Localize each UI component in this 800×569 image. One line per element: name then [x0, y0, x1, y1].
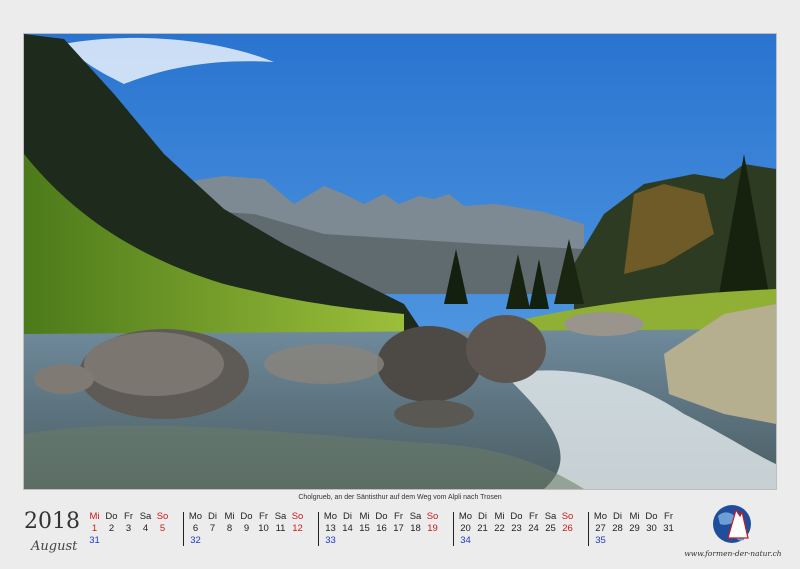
day-number: 19 [427, 523, 438, 534]
weekday-name: Do [510, 511, 523, 522]
weekday-names: Mo Di Mi Do Fr Sa So [187, 511, 306, 522]
weekday-name: Fr [124, 511, 133, 522]
day-number: 24 [528, 523, 539, 534]
weekday-name: Mi [629, 511, 640, 522]
weekday-name: So [426, 511, 439, 522]
weekday-name: Mo [593, 511, 608, 522]
weekday-name: Di [208, 511, 217, 522]
weekday-name: Sa [274, 511, 287, 522]
globe-icon [713, 505, 751, 543]
month-label: August [31, 539, 78, 554]
site-url: www.formen-der-natur.ch [684, 549, 782, 558]
week-number: 34 [460, 535, 471, 546]
weekday-name: So [291, 511, 304, 522]
day-number: 29 [629, 523, 640, 534]
day-number: 18 [410, 523, 421, 534]
weekday-names: Mi Do Fr Sa So [86, 511, 171, 522]
day-number: 10 [258, 523, 269, 534]
day-number: 1 [91, 523, 98, 534]
year-label: 2018 [24, 509, 80, 534]
week-number: 33 [325, 535, 336, 546]
day-number: 11 [275, 523, 286, 534]
week-separator [588, 512, 589, 546]
day-number: 2 [108, 523, 115, 534]
weekday-name: Do [645, 511, 658, 522]
weekday-name: Mi [494, 511, 505, 522]
weekday-name: Mi [359, 511, 370, 522]
day-number: 17 [393, 523, 404, 534]
day-number: 27 [595, 523, 606, 534]
day-number: 16 [376, 523, 387, 534]
weekday-name: Fr [259, 511, 268, 522]
week-number: 35 [595, 535, 606, 546]
weekday-name: Sa [139, 511, 152, 522]
day-number: 21 [477, 523, 488, 534]
weekday-name: Sa [409, 511, 422, 522]
day-number: 5 [159, 523, 166, 534]
weekday-name: Fr [664, 511, 673, 522]
day-number: 9 [243, 523, 250, 534]
weekday-name: Do [375, 511, 388, 522]
day-number: 31 [663, 523, 674, 534]
weekday-name: Di [613, 511, 622, 522]
weekday-name: Di [343, 511, 352, 522]
week-separator [183, 512, 184, 546]
week-separator [453, 512, 454, 546]
weekday-name: Fr [529, 511, 538, 522]
day-number: 14 [342, 523, 353, 534]
day-number: 28 [612, 523, 623, 534]
weekday-name: So [156, 511, 169, 522]
weekday-names: Mo Di Mi Do Fr [592, 511, 677, 522]
weekday-name: Do [240, 511, 253, 522]
day-numbers: 20 21 22 23 24 25 26 [457, 523, 576, 534]
day-numbers: 6 7 8 9 10 11 12 [187, 523, 306, 534]
weekday-names: Mo Di Mi Do Fr Sa So [457, 511, 576, 522]
day-number: 30 [646, 523, 657, 534]
weekday-name: Mi [89, 511, 100, 522]
weekday-name: Di [478, 511, 487, 522]
day-number: 12 [292, 523, 303, 534]
weekday-name: Mi [224, 511, 235, 522]
day-number: 20 [460, 523, 471, 534]
week-number: 32 [190, 535, 201, 546]
day-numbers: 12345 [86, 523, 171, 534]
week-number: 31 [89, 535, 100, 546]
day-number: 3 [125, 523, 132, 534]
day-number: 25 [545, 523, 556, 534]
weekday-name: Do [105, 511, 118, 522]
week-separator [318, 512, 319, 546]
day-number: 13 [325, 523, 336, 534]
day-number: 4 [142, 523, 149, 534]
landscape-photo [23, 33, 777, 490]
day-number: 15 [359, 523, 370, 534]
day-number: 8 [226, 523, 233, 534]
weekday-name: Mo [188, 511, 203, 522]
weekday-name: Fr [394, 511, 403, 522]
weekday-name: So [561, 511, 574, 522]
weekday-name: Sa [544, 511, 557, 522]
weekday-names: Mo Di Mi Do Fr Sa So [322, 511, 441, 522]
day-number: 26 [562, 523, 573, 534]
day-number: 23 [511, 523, 522, 534]
day-number: 6 [192, 523, 199, 534]
weekday-name: Mo [458, 511, 473, 522]
day-numbers: 27 28 29 30 31 [592, 523, 677, 534]
day-numbers: 13 14 15 16 17 18 19 [322, 523, 441, 534]
site-logo: www.formen-der-natur.ch [683, 502, 783, 562]
weekday-name: Mo [323, 511, 338, 522]
photo-caption: Cholgrueb, an der Säntisthur auf dem Weg… [298, 494, 502, 501]
day-number: 22 [494, 523, 505, 534]
day-number: 7 [209, 523, 216, 534]
